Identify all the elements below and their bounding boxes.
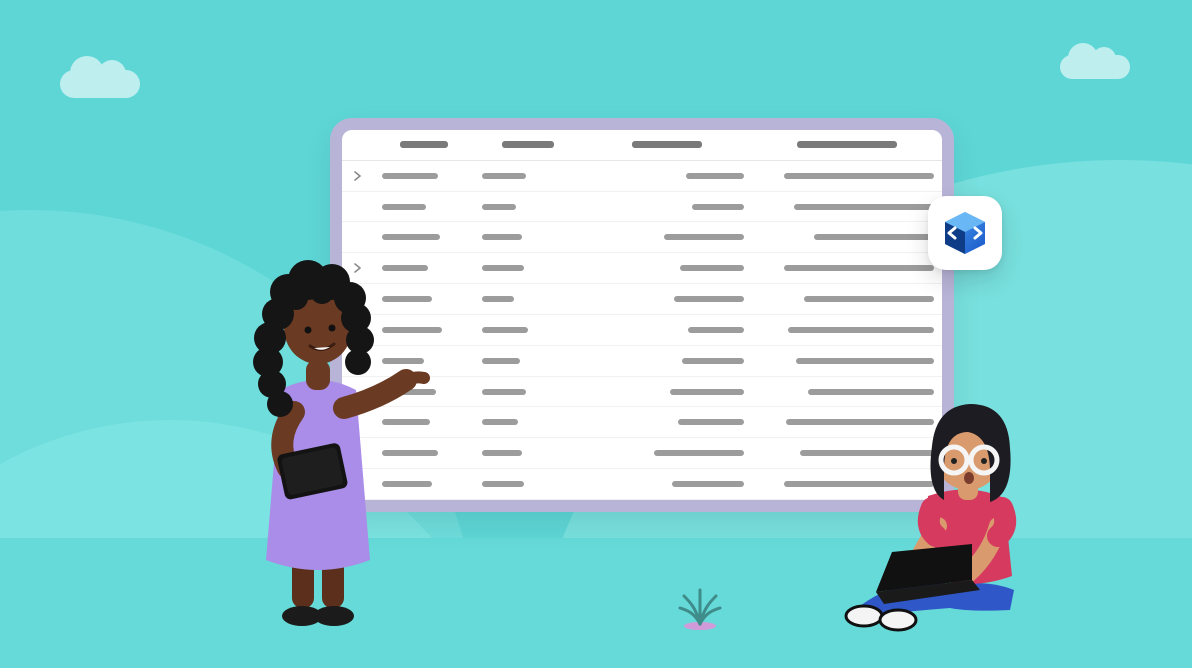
cell <box>752 346 942 376</box>
cell <box>374 192 474 222</box>
winui-cube-icon <box>940 208 990 258</box>
cell-placeholder <box>692 204 744 210</box>
app-badge <box>928 196 1002 270</box>
cell-placeholder <box>664 234 744 240</box>
cell-placeholder <box>788 327 934 333</box>
cell-placeholder <box>804 296 934 302</box>
cell <box>752 222 942 252</box>
cell <box>474 222 582 252</box>
expand-toggle[interactable] <box>342 161 374 191</box>
cell <box>474 284 582 314</box>
cell <box>582 377 752 407</box>
cell <box>474 377 582 407</box>
column-header <box>582 130 752 160</box>
header-placeholder <box>502 141 554 148</box>
header-placeholder <box>797 141 897 148</box>
cell-placeholder <box>784 265 934 271</box>
cell-placeholder <box>784 173 934 179</box>
cell <box>752 161 942 191</box>
datagrid-row <box>342 253 942 284</box>
cell <box>582 438 752 468</box>
cell <box>474 346 582 376</box>
column-header <box>752 130 942 160</box>
cell-placeholder <box>482 481 524 487</box>
cell <box>474 253 582 283</box>
cell-placeholder <box>482 173 526 179</box>
cell <box>582 161 752 191</box>
cell-placeholder <box>482 296 514 302</box>
cell <box>374 161 474 191</box>
cell <box>582 346 752 376</box>
cell <box>582 284 752 314</box>
cell <box>582 222 752 252</box>
datagrid-row <box>342 284 942 315</box>
cell <box>582 192 752 222</box>
cell <box>752 192 942 222</box>
cell-placeholder <box>482 327 528 333</box>
cell-placeholder <box>682 358 744 364</box>
cell <box>474 469 582 499</box>
cell-placeholder <box>654 450 744 456</box>
cell <box>582 253 752 283</box>
cell-placeholder <box>482 204 516 210</box>
cell-placeholder <box>482 234 522 240</box>
chevron-right-icon <box>354 171 362 181</box>
cell <box>474 192 582 222</box>
header-placeholder <box>632 141 702 148</box>
column-header <box>342 130 374 160</box>
cell-placeholder <box>686 173 744 179</box>
cell-placeholder <box>482 419 518 425</box>
illustration-scene: { "colors":{ "sky":"#5ed6d6","hill1":"#6… <box>0 0 1192 668</box>
header-placeholder <box>400 141 448 148</box>
cell <box>474 315 582 345</box>
cell-placeholder <box>670 389 744 395</box>
cell <box>474 407 582 437</box>
cell <box>752 253 942 283</box>
plant-decoration <box>670 580 730 630</box>
cell-placeholder <box>482 450 522 456</box>
datagrid-row <box>342 161 942 192</box>
column-header <box>474 130 582 160</box>
datagrid-row <box>342 315 942 346</box>
datagrid-row <box>342 192 942 223</box>
cell-placeholder <box>674 296 744 302</box>
column-header <box>374 130 474 160</box>
cell-placeholder <box>794 204 934 210</box>
cloud-icon <box>60 70 140 98</box>
cell-placeholder <box>814 234 934 240</box>
cell <box>582 315 752 345</box>
cell-placeholder <box>680 265 744 271</box>
cell <box>474 161 582 191</box>
cloud-icon <box>1060 55 1130 79</box>
cell-placeholder <box>482 265 524 271</box>
datagrid-row <box>342 346 942 377</box>
cell <box>582 407 752 437</box>
datagrid-header <box>342 130 942 161</box>
cell-placeholder <box>672 481 744 487</box>
expand-toggle[interactable] <box>342 192 374 222</box>
cell-placeholder <box>482 358 520 364</box>
cell <box>752 284 942 314</box>
cell-placeholder <box>482 389 526 395</box>
cell-placeholder <box>382 173 438 179</box>
cell-placeholder <box>796 358 934 364</box>
cell-placeholder <box>678 419 744 425</box>
datagrid-row <box>342 222 942 253</box>
cell-placeholder <box>382 204 426 210</box>
cell <box>582 469 752 499</box>
character-sitting-laptop <box>840 376 1070 636</box>
cell <box>474 438 582 468</box>
cell <box>752 315 942 345</box>
character-standing-presenter <box>210 220 430 640</box>
cell-placeholder <box>688 327 744 333</box>
